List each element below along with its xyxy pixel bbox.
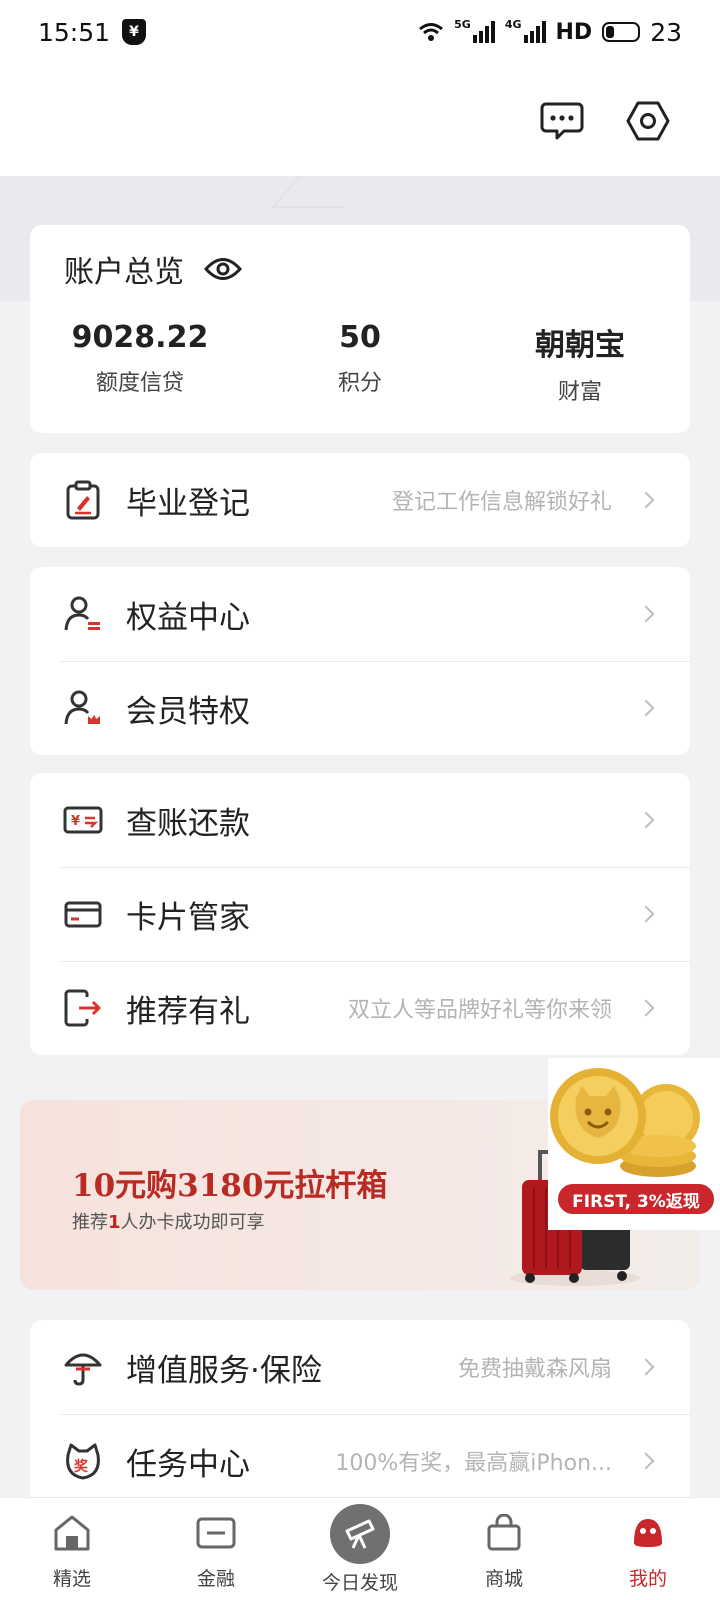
account-overview-header: 账户总览 bbox=[64, 247, 242, 291]
network-label-4g: 4G bbox=[504, 17, 522, 31]
gold-coins-icon bbox=[550, 1068, 700, 1177]
menu-item-graduation[interactable]: 毕业登记 登记工作信息解锁好礼 bbox=[30, 453, 690, 547]
chevron-right-icon bbox=[637, 999, 655, 1017]
menu-item-insurance[interactable]: 增值服务·保险 免费抽戴森风扇 bbox=[30, 1320, 690, 1414]
menu-item-card-manager[interactable]: 卡片管家 bbox=[30, 867, 690, 961]
banner-sub-number: 1 bbox=[108, 1212, 121, 1233]
nav-mall[interactable]: 商城 bbox=[432, 1498, 576, 1600]
menu-item-member-privileges[interactable]: 会员特权 bbox=[30, 661, 690, 755]
menu-label: 毕业登记 bbox=[126, 485, 250, 522]
chevron-right-icon bbox=[637, 491, 655, 509]
profile-face-icon bbox=[625, 1510, 671, 1556]
chevron-right-icon bbox=[637, 811, 655, 829]
svg-text:奖: 奖 bbox=[74, 1458, 89, 1475]
menu-item-bill-repay[interactable]: ¥ 查账还款 bbox=[30, 773, 690, 867]
nav-mine[interactable]: 我的 bbox=[576, 1498, 720, 1600]
home-icon bbox=[49, 1510, 95, 1556]
banner-sub-prefix: 推荐 bbox=[72, 1212, 108, 1233]
battery-icon bbox=[602, 22, 641, 42]
network-label-5g: 5G bbox=[454, 17, 471, 31]
account-overview-card: 账户总览 9028.22 额度信贷 50 积分 朝朝宝 财富 bbox=[30, 225, 690, 433]
value-services-card: 增值服务·保险 免费抽戴森风扇 奖 任务中心 100%有奖，最高赢iPhon..… bbox=[30, 1320, 690, 1497]
stat-credit-limit[interactable]: 9028.22 额度信贷 bbox=[30, 320, 250, 406]
umbrella-icon bbox=[58, 1342, 108, 1392]
nav-featured[interactable]: 精选 bbox=[0, 1498, 144, 1600]
menu-label: 权益中心 bbox=[126, 599, 250, 636]
message-icon[interactable] bbox=[537, 96, 587, 146]
menu-hint: 登记工作信息解锁好礼 bbox=[391, 490, 612, 515]
account-overview-title: 账户总览 bbox=[64, 255, 184, 290]
card-services-card: ¥ 查账还款 卡片管家 推荐有礼 双立人等品牌好礼等你来领 bbox=[30, 773, 690, 1055]
stat-value: 朝朝宝 bbox=[535, 328, 625, 363]
user-rights-icon bbox=[58, 589, 108, 639]
menu-hint: 免费抽戴森风扇 bbox=[457, 1357, 612, 1382]
member-crown-icon bbox=[58, 683, 108, 733]
svg-text:¥: ¥ bbox=[71, 814, 80, 829]
account-stats: 9028.22 额度信贷 50 积分 朝朝宝 财富 bbox=[30, 320, 690, 406]
finance-card-icon bbox=[193, 1510, 239, 1556]
menu-label: 推荐有礼 bbox=[126, 993, 250, 1030]
cashback-pill: FIRST, 3%返现 bbox=[556, 1182, 716, 1216]
bank-shield-icon: ¥ bbox=[122, 19, 147, 45]
settings-icon[interactable] bbox=[623, 96, 673, 146]
menu-item-rights-center[interactable]: 权益中心 bbox=[30, 567, 690, 661]
top-header bbox=[0, 64, 720, 176]
chevron-right-icon bbox=[637, 605, 655, 623]
banner-subtitle: 推荐1人办卡成功即可享 bbox=[72, 1208, 265, 1234]
menu-hint: 100%有奖，最高赢iPhon... bbox=[335, 1451, 612, 1476]
hd-label: HD bbox=[555, 19, 593, 45]
eye-icon[interactable] bbox=[204, 256, 242, 282]
signal-4g-icon bbox=[523, 21, 546, 43]
nav-label: 今日发现 bbox=[321, 1572, 398, 1594]
floating-cashback-promo[interactable]: FIRST, 3%返现 bbox=[548, 1058, 720, 1230]
nav-label: 金融 bbox=[196, 1568, 235, 1590]
wifi-icon bbox=[419, 23, 444, 41]
stat-label: 财富 bbox=[557, 380, 602, 405]
rights-card: 权益中心 会员特权 bbox=[30, 567, 690, 755]
bottom-nav: 精选 金融 今日发现 商城 我的 bbox=[0, 1497, 720, 1600]
status-time: 15:51 bbox=[38, 17, 111, 47]
menu-label: 查账还款 bbox=[126, 805, 250, 842]
menu-label: 任务中心 bbox=[126, 1446, 250, 1483]
chevron-right-icon bbox=[637, 1358, 655, 1376]
stat-points[interactable]: 50 积分 bbox=[250, 320, 470, 406]
stat-wealth[interactable]: 朝朝宝 财富 bbox=[470, 320, 690, 406]
chevron-right-icon bbox=[637, 905, 655, 923]
nav-label: 商城 bbox=[484, 1568, 523, 1590]
credit-card-icon bbox=[58, 889, 108, 939]
stat-value: 50 bbox=[339, 320, 381, 355]
nav-label: 精选 bbox=[52, 1568, 91, 1590]
graduation-card: 毕业登记 登记工作信息解锁好礼 bbox=[30, 453, 690, 547]
telescope-icon bbox=[330, 1504, 390, 1564]
stat-value: 9028.22 bbox=[71, 320, 209, 355]
menu-label: 会员特权 bbox=[126, 693, 250, 730]
menu-item-referral[interactable]: 推荐有礼 双立人等品牌好礼等你来领 bbox=[30, 961, 690, 1055]
clipboard-icon bbox=[58, 475, 108, 525]
reward-cat-icon: 奖 bbox=[58, 1436, 108, 1486]
menu-item-task-center[interactable]: 奖 任务中心 100%有奖，最高赢iPhon... bbox=[30, 1414, 690, 1497]
chevron-right-icon bbox=[637, 699, 655, 717]
banner-sub-suffix: 人办卡成功即可享 bbox=[120, 1212, 265, 1233]
chevron-right-icon bbox=[637, 1452, 655, 1470]
banner-title: 10元购3180元拉杆箱 bbox=[72, 1168, 388, 1204]
nav-discover[interactable]: 今日发现 bbox=[288, 1498, 432, 1600]
status-indicators: 5G 4G HD 23 bbox=[418, 18, 682, 47]
nav-finance[interactable]: 金融 bbox=[144, 1498, 288, 1600]
menu-label: 增值服务·保险 bbox=[126, 1352, 322, 1389]
menu-label: 卡片管家 bbox=[126, 899, 250, 936]
status-bar: 15:51 ¥ 5G 4G HD 23 bbox=[0, 0, 720, 64]
bill-repay-icon: ¥ bbox=[58, 795, 108, 845]
share-exit-icon bbox=[58, 983, 108, 1033]
stat-label: 额度信贷 bbox=[95, 371, 184, 396]
battery-level: 23 bbox=[650, 17, 682, 47]
stat-label: 积分 bbox=[337, 371, 382, 396]
shopping-bag-icon bbox=[481, 1510, 527, 1556]
menu-hint: 双立人等品牌好礼等你来领 bbox=[347, 998, 612, 1023]
nav-label: 我的 bbox=[628, 1568, 667, 1590]
signal-5g-icon bbox=[472, 21, 495, 43]
